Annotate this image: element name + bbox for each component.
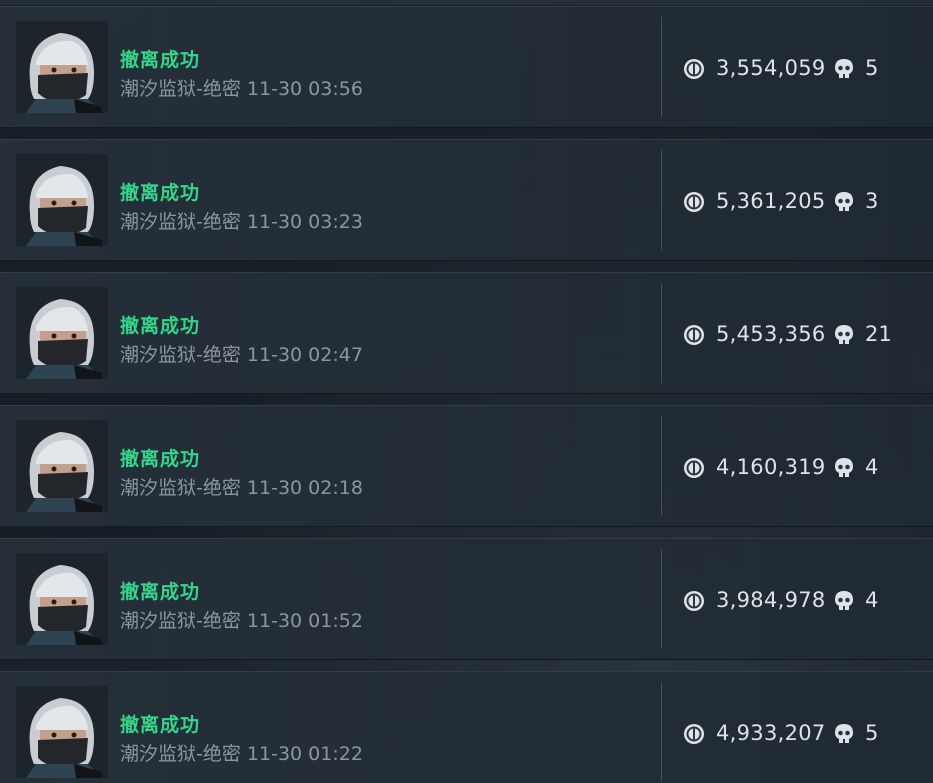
haul-value: 4,160,319 — [716, 455, 826, 479]
haul-value: 3,554,059 — [716, 56, 826, 80]
match-time: 11-30 03:23 — [246, 211, 363, 233]
map-and-time: 潮汐监狱-绝密 11-30 03:23 — [120, 207, 363, 234]
match-time: 11-30 03:56 — [246, 78, 363, 100]
extraction-status: 撤离成功 — [120, 182, 201, 204]
record-divider — [661, 150, 662, 250]
extraction-status: 撤离成功 — [120, 448, 201, 470]
coin-icon — [683, 58, 705, 80]
map-name: 潮汐监狱-绝密 — [120, 477, 241, 499]
skull-icon — [833, 457, 855, 479]
coin-icon — [683, 324, 705, 346]
operator-avatar-icon — [16, 420, 108, 512]
kill-count: 21 — [865, 322, 892, 346]
skull-icon — [833, 590, 855, 612]
list-top-edge — [0, 0, 933, 5]
kill-count: 3 — [865, 189, 879, 213]
skull-icon — [833, 58, 855, 80]
match-time: 11-30 01:52 — [246, 610, 363, 632]
operator-avatar-icon — [16, 21, 108, 113]
operator-avatar-icon — [16, 553, 108, 645]
extraction-status: 撤离成功 — [120, 315, 201, 337]
extraction-status: 撤离成功 — [120, 49, 201, 71]
coin-icon — [683, 457, 705, 479]
map-name: 潮汐监狱-绝密 — [120, 610, 241, 632]
record-divider — [661, 283, 662, 383]
record-divider — [661, 549, 662, 649]
match-time: 11-30 02:47 — [246, 344, 363, 366]
operator-avatar-icon — [16, 686, 108, 778]
coin-icon — [683, 723, 705, 745]
match-record[interactable]: 撤离成功 潮汐监狱-绝密 11-30 03:56 3,554,059 5 — [0, 6, 933, 128]
record-divider — [661, 416, 662, 516]
match-time: 11-30 02:18 — [246, 477, 363, 499]
map-and-time: 潮汐监狱-绝密 11-30 02:47 — [120, 340, 363, 367]
kill-count: 5 — [865, 56, 879, 80]
map-name: 潮汐监狱-绝密 — [120, 743, 241, 765]
map-name: 潮汐监狱-绝密 — [120, 344, 241, 366]
map-and-time: 潮汐监狱-绝密 11-30 01:52 — [120, 606, 363, 633]
skull-icon — [833, 324, 855, 346]
map-and-time: 潮汐监狱-绝密 11-30 02:18 — [120, 473, 363, 500]
kill-count: 4 — [865, 455, 879, 479]
haul-value: 3,984,978 — [716, 588, 826, 612]
extraction-status: 撤离成功 — [120, 714, 201, 736]
map-and-time: 潮汐监狱-绝密 11-30 03:56 — [120, 74, 363, 101]
operator-avatar-icon — [16, 287, 108, 379]
match-record[interactable]: 撤离成功 潮汐监狱-绝密 11-30 01:52 3,984,978 4 — [0, 538, 933, 660]
coin-icon — [683, 590, 705, 612]
map-and-time: 潮汐监狱-绝密 11-30 01:22 — [120, 739, 363, 766]
operator-avatar-icon — [16, 154, 108, 246]
skull-icon — [833, 191, 855, 213]
kill-count: 5 — [865, 721, 879, 745]
record-divider — [661, 682, 662, 782]
haul-value: 4,933,207 — [716, 721, 826, 745]
match-record[interactable]: 撤离成功 潮汐监狱-绝密 11-30 02:47 5,453,356 21 — [0, 272, 933, 394]
haul-value: 5,361,205 — [716, 189, 826, 213]
kill-count: 4 — [865, 588, 879, 612]
record-divider — [661, 17, 662, 117]
haul-value: 5,453,356 — [716, 322, 826, 346]
skull-icon — [833, 723, 855, 745]
match-record[interactable]: 撤离成功 潮汐监狱-绝密 11-30 01:22 4,933,207 5 — [0, 671, 933, 783]
map-name: 潮汐监狱-绝密 — [120, 211, 241, 233]
extraction-status: 撤离成功 — [120, 581, 201, 603]
match-history-list: 撤离成功 潮汐监狱-绝密 11-30 03:56 3,554,059 5 撤离成… — [0, 0, 933, 783]
match-record[interactable]: 撤离成功 潮汐监狱-绝密 11-30 03:23 5,361,205 3 — [0, 139, 933, 261]
coin-icon — [683, 191, 705, 213]
match-time: 11-30 01:22 — [246, 743, 363, 765]
match-record[interactable]: 撤离成功 潮汐监狱-绝密 11-30 02:18 4,160,319 4 — [0, 405, 933, 527]
map-name: 潮汐监狱-绝密 — [120, 78, 241, 100]
